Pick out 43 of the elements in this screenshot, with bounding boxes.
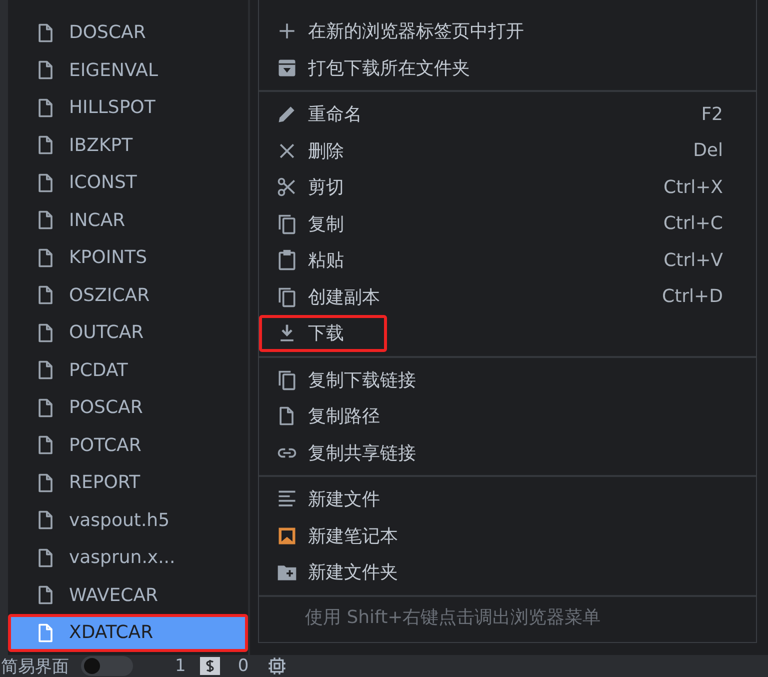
menu-item[interactable]: 打包下载所在文件夹 [259, 50, 756, 86]
file-item[interactable]: IBZKPT [8, 126, 248, 164]
menu-item[interactable]: 新建文件 [259, 481, 756, 518]
menu-item[interactable]: 在新的浏览器标签页中打开 [259, 13, 756, 50]
menu-item[interactable]: 下载 [259, 315, 387, 352]
file-item[interactable]: PCDAT [8, 352, 248, 389]
file-item[interactable]: POTCAR [8, 426, 248, 464]
menu-item[interactable]: 复制路径 [259, 398, 756, 434]
menu-item[interactable]: 新建笔记本 [259, 518, 756, 554]
file-item[interactable]: REPORT [8, 464, 248, 502]
file-item[interactable]: KPOINTS [8, 239, 248, 276]
file-item[interactable]: OUTCAR [8, 314, 248, 352]
menu-item[interactable]: 新建文件夹 [259, 554, 756, 590]
menu-item[interactable]: 粘贴 Ctrl+V [259, 242, 756, 278]
clipboard-icon [276, 249, 298, 272]
file-item[interactable]: WAVECAR [8, 576, 248, 614]
file-item[interactable]: vaspout.h5 [8, 502, 248, 539]
menu-item[interactable]: 复制下载链接 [259, 362, 756, 398]
copy-icon [276, 368, 298, 391]
scissors-icon [276, 176, 298, 198]
file-item[interactable]: POSCAR [8, 389, 248, 426]
file-item[interactable]: vasprun.x... [8, 539, 248, 576]
menu-item[interactable]: 复制 Ctrl+C [259, 206, 756, 242]
file-item[interactable]: OSZICAR [8, 276, 248, 314]
status-count: 0 [238, 656, 249, 676]
menu-item[interactable]: 创建副本 Ctrl+D [259, 278, 756, 315]
toggle-switch[interactable] [81, 656, 133, 676]
menu-hint: 使用 Shift+右键点击调出浏览器菜单 [304, 606, 602, 628]
file-item[interactable]: XDATCAR [8, 614, 248, 652]
file-item[interactable]: DOSCAR [8, 14, 248, 52]
menu-item[interactable]: 重命名 F2 [259, 96, 756, 132]
file-item[interactable]: HILLSPOT [8, 89, 248, 126]
menu-item[interactable]: 剪切 Ctrl+X [259, 169, 756, 206]
menu-item[interactable]: 删除 Del [259, 132, 756, 169]
file-item[interactable]: ICONST [8, 164, 248, 202]
file-item[interactable]: INCAR [8, 202, 248, 239]
menu-item[interactable]: 复制共享链接 [259, 434, 756, 471]
status-count: 1 [175, 656, 186, 676]
copy-icon [276, 286, 298, 308]
mode-label: 简易界面 [1, 656, 69, 677]
chip-icon [266, 656, 287, 676]
file-item[interactable]: EIGENVAL [8, 52, 248, 89]
copy-icon [276, 212, 298, 235]
